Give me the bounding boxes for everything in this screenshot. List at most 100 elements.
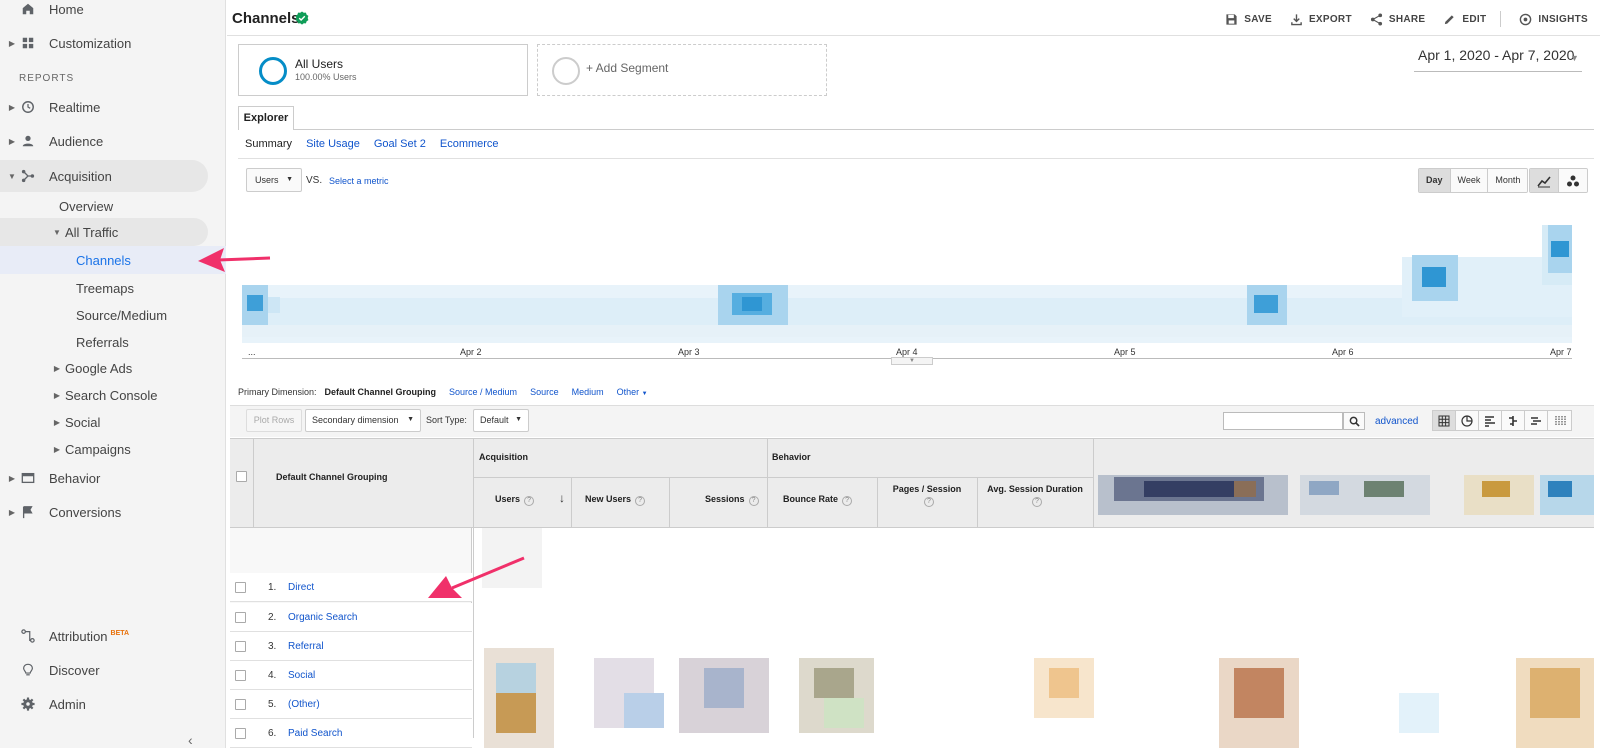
blurred-goal-columns-header	[1098, 475, 1594, 515]
export-button[interactable]: EXPORT	[1290, 11, 1352, 27]
row-channel-link[interactable]: Direct	[288, 582, 314, 593]
avg-session-duration-column-header[interactable]: Avg. Session Duration?	[977, 484, 1093, 507]
table-row[interactable]: 2. Organic Search	[230, 603, 472, 632]
dimension-column-header[interactable]: Default Channel Grouping	[276, 472, 388, 482]
sort-descending-icon[interactable]: ↓	[559, 491, 565, 505]
row-checkbox[interactable]	[235, 699, 246, 710]
help-icon[interactable]: ?	[635, 496, 646, 506]
performance-view-button[interactable]	[1479, 411, 1502, 430]
row-channel-link[interactable]: Social	[288, 670, 315, 681]
table-row[interactable]: 6. Paid Search	[230, 719, 472, 748]
sidebar-item-audience[interactable]: ▶ Audience	[0, 126, 208, 156]
help-icon[interactable]: ?	[1032, 497, 1042, 507]
help-icon[interactable]: ?	[748, 496, 759, 506]
secondary-dimension-select[interactable]: Secondary dimension ▼	[305, 409, 421, 432]
help-icon[interactable]: ?	[524, 496, 535, 506]
segment-all-users[interactable]: All Users 100.00% Users	[238, 44, 528, 96]
users-column-header[interactable]: Users?	[495, 494, 535, 506]
row-channel-link[interactable]: Paid Search	[288, 728, 342, 739]
caret-down-icon: ▼	[641, 391, 648, 397]
sidebar-item-discover[interactable]: Discover	[0, 655, 208, 685]
dimension-medium[interactable]: Medium	[572, 387, 604, 397]
dimension-default-channel-grouping[interactable]: Default Channel Grouping	[325, 387, 437, 397]
date-range-picker[interactable]: Apr 1, 2020 - Apr 7, 2020	[1418, 47, 1574, 63]
table-search-button[interactable]	[1343, 412, 1365, 430]
sidebar-item-google-ads[interactable]: ▶ Google Ads	[0, 353, 208, 383]
dimension-source-medium[interactable]: Source / Medium	[449, 387, 517, 397]
collapse-sidebar-icon[interactable]: ‹	[188, 732, 193, 748]
pages-session-column-header[interactable]: Pages / Session?	[877, 484, 977, 507]
sidebar-item-source-medium[interactable]: Source/Medium	[0, 300, 208, 330]
sidebar-item-channels[interactable]: Channels	[0, 246, 226, 274]
term-cloud-view-button[interactable]	[1525, 411, 1548, 430]
chevron-down-icon[interactable]: ▼	[1570, 53, 1579, 63]
subtab-goal-set-2[interactable]: Goal Set 2	[374, 138, 426, 150]
row-channel-link[interactable]: Organic Search	[288, 612, 357, 623]
sidebar-item-conversions[interactable]: ▶ Conversions	[0, 497, 208, 527]
select-metric-link[interactable]: Select a metric	[329, 176, 389, 186]
sidebar-item-realtime[interactable]: ▶ Realtime	[0, 92, 208, 122]
row-checkbox[interactable]	[235, 728, 246, 739]
table-row[interactable]: 5. (Other)	[230, 690, 472, 719]
plot-rows-button[interactable]: Plot Rows	[246, 409, 302, 432]
tab-explorer[interactable]: Explorer	[238, 106, 294, 130]
subtab-site-usage[interactable]: Site Usage	[306, 138, 360, 150]
new-users-column-header[interactable]: New Users?	[585, 494, 646, 506]
sidebar-item-all-traffic[interactable]: ▼ All Traffic	[0, 218, 208, 246]
add-segment-button[interactable]: + Add Segment	[537, 44, 827, 96]
comparison-view-button[interactable]	[1502, 411, 1525, 430]
sidebar-item-home[interactable]: Home	[0, 0, 208, 24]
dimension-other[interactable]: Other ▼	[617, 387, 648, 397]
subtab-summary[interactable]: Summary	[245, 138, 292, 150]
row-number: 5.	[268, 699, 277, 710]
share-button[interactable]: SHARE	[1370, 11, 1426, 27]
sidebar-item-social[interactable]: ▶ Social	[0, 407, 208, 437]
pivot-view-button[interactable]	[1548, 411, 1571, 430]
granularity-week-button[interactable]: Week	[1450, 169, 1489, 192]
row-checkbox[interactable]	[235, 582, 246, 593]
save-button[interactable]: SAVE	[1225, 11, 1272, 27]
table-row[interactable]: 3. Referral	[230, 632, 472, 661]
table-search-input[interactable]	[1223, 412, 1343, 430]
sidebar-item-campaigns[interactable]: ▶ Campaigns	[0, 434, 208, 464]
dimension-source[interactable]: Source	[530, 387, 559, 397]
sessions-column-header[interactable]: Sessions?	[705, 494, 759, 506]
pie-view-button[interactable]	[1456, 411, 1479, 430]
sidebar-item-admin[interactable]: Admin	[0, 689, 208, 719]
metric-select[interactable]: Users ▼	[246, 168, 302, 192]
edit-button[interactable]: EDIT	[1443, 11, 1486, 27]
chart-resize-handle[interactable]: ▼	[891, 357, 933, 365]
table-row[interactable]: 4. Social	[230, 661, 472, 690]
sort-type-label: Sort Type:	[426, 415, 467, 425]
row-checkbox[interactable]	[235, 670, 246, 681]
granularity-month-button[interactable]: Month	[1488, 169, 1528, 192]
sidebar-item-attribution[interactable]: Attribution BETA	[0, 621, 208, 651]
column-divider	[571, 477, 572, 528]
table-view-button[interactable]	[1433, 411, 1456, 430]
sidebar-item-search-console[interactable]: ▶ Search Console	[0, 380, 208, 410]
metric-select-value: Users	[255, 175, 279, 185]
sidebar-item-acquisition[interactable]: ▼ Acquisition	[0, 160, 208, 192]
sort-type-select[interactable]: Default ▼	[473, 409, 529, 432]
save-icon	[1226, 13, 1237, 25]
row-channel-link[interactable]: (Other)	[288, 699, 320, 710]
sidebar-item-overview[interactable]: Overview	[0, 191, 208, 221]
row-checkbox[interactable]	[235, 641, 246, 652]
insights-button[interactable]: INSIGHTS	[1519, 11, 1588, 27]
empty-segment-circle-icon	[552, 57, 580, 85]
help-icon[interactable]: ?	[842, 496, 853, 506]
sidebar-item-treemaps[interactable]: Treemaps	[0, 273, 208, 303]
subtab-ecommerce[interactable]: Ecommerce	[440, 138, 499, 150]
row-checkbox[interactable]	[235, 612, 246, 623]
bounce-rate-column-header[interactable]: Bounce Rate?	[783, 494, 853, 506]
help-icon[interactable]: ?	[924, 497, 934, 507]
row-channel-link[interactable]: Referral	[288, 641, 324, 652]
motion-chart-button[interactable]	[1559, 169, 1587, 192]
advanced-filter-link[interactable]: advanced	[1375, 416, 1418, 427]
line-chart-button[interactable]	[1530, 169, 1559, 192]
select-all-checkbox[interactable]	[236, 471, 247, 482]
sidebar-item-behavior[interactable]: ▶ Behavior	[0, 463, 208, 493]
granularity-day-button[interactable]: Day	[1419, 169, 1451, 192]
dashboard-icon	[20, 35, 36, 51]
sidebar-item-customization[interactable]: ▶ Customization	[0, 28, 208, 58]
